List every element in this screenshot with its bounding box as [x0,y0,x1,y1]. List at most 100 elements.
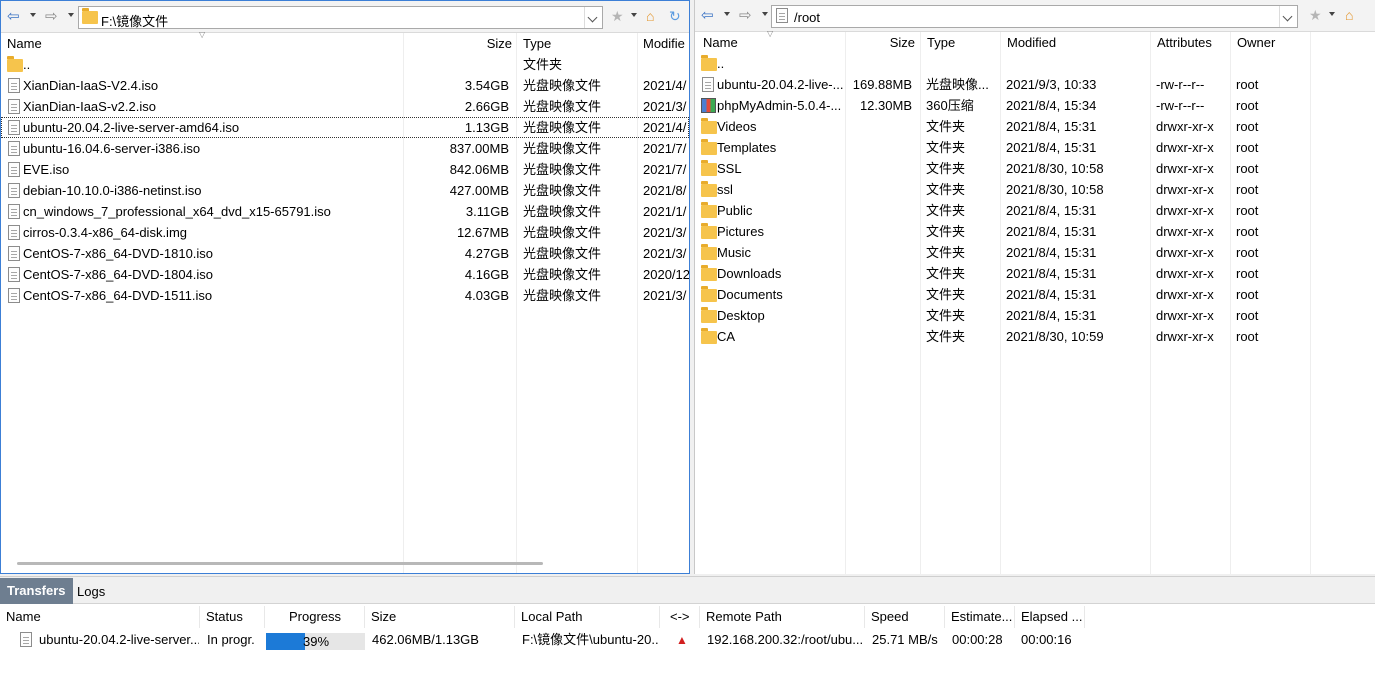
file-row[interactable]: Videos 文件夹 2021/8/4, 15:31 drwxr-xr-x root [695,116,1375,137]
file-modified: 2021/4/ [643,78,687,93]
column-type[interactable]: Type [927,32,997,52]
column-local-path[interactable]: Local Path [515,606,660,628]
file-row[interactable]: cn_windows_7_professional_x64_dvd_x15-65… [1,201,689,222]
file-name: CentOS-7-x86_64-DVD-1804.iso [23,267,214,282]
column-progress[interactable]: Progress [265,606,365,628]
column-type[interactable]: Type [523,33,633,53]
file-name: ubuntu-20.04.2-live-... [717,77,843,92]
file-size [845,53,912,74]
back-arrow-icon[interactable]: ⇦ [701,8,714,23]
file-row[interactable]: XianDian-IaaS-v2.2.iso 2.66GB 光盘映像文件 2021/3… [1,96,689,117]
file-size [845,242,912,263]
column-size[interactable]: Size [365,606,515,628]
file-type: 光盘映像文件 [523,246,602,261]
file-row[interactable]: .. [695,53,1375,74]
file-name: Public [717,203,753,218]
file-attributes: drwxr-xr-x [1156,308,1214,323]
column-owner[interactable]: Owner [1237,32,1307,52]
transfer-row[interactable]: ubuntu-20.04.2-live-server... In progr. … [0,629,1375,651]
tab-transfers[interactable]: Transfers [0,578,73,604]
transfer-speed: 25.71 MB/s [872,632,938,647]
file-size [404,54,509,75]
file-type: 光盘映像... [926,77,989,92]
file-row[interactable]: ubuntu-20.04.2-live-... 169.88MB 光盘映像... 20… [695,74,1375,95]
column-remote-path[interactable]: Remote Path [700,606,865,628]
file-type: 光盘映像文件 [523,183,602,198]
file-row[interactable]: XianDian-IaaS-V2.4.iso 3.54GB 光盘映像文件 2021/4… [1,75,689,96]
back-arrow-icon[interactable]: ⇦ [7,9,20,24]
folder-icon [7,56,23,73]
file-row[interactable]: Music 文件夹 2021/8/4, 15:31 drwxr-xr-x root [695,242,1375,263]
column-modified[interactable]: Modifie [643,33,689,53]
file-row[interactable]: ssl 文件夹 2021/8/30, 10:58 drwxr-xr-x root [695,179,1375,200]
refresh-icon[interactable]: ↻ [669,8,681,24]
back-dropdown-icon[interactable] [724,12,730,16]
file-row[interactable]: phpMyAdmin-5.0.4-... 12.30MB 360压缩 2021/8/4… [695,95,1375,116]
bookmark-dropdown-icon[interactable] [1329,12,1335,16]
file-row[interactable]: Downloads 文件夹 2021/8/4, 15:31 drwxr-xr-x roo… [695,263,1375,284]
local-path-field[interactable]: F:\镜像文件 [78,6,603,29]
local-file-pane[interactable]: ⇦ ⇨ F:\镜像文件 ★ ⌂ ↻ Name ▽ Size Type Modif… [0,0,690,574]
file-modified [643,54,689,75]
forward-dropdown-icon[interactable] [68,13,74,17]
column-attributes[interactable]: Attributes [1157,32,1232,52]
remote-path-field[interactable]: /root [771,5,1298,28]
file-row[interactable]: cirros-0.3.4-x86_64-disk.img 12.67MB 光盘映像文… [1,222,689,243]
forward-arrow-icon[interactable]: ⇨ [45,9,58,24]
file-row[interactable]: Pictures 文件夹 2021/8/4, 15:31 drwxr-xr-x root [695,221,1375,242]
file-row[interactable]: SSL 文件夹 2021/8/30, 10:58 drwxr-xr-x root [695,158,1375,179]
bookmark-star-icon[interactable]: ★ [611,8,624,24]
file-row[interactable]: Public 文件夹 2021/8/4, 15:31 drwxr-xr-x root [695,200,1375,221]
file-row[interactable]: CA 文件夹 2021/8/30, 10:59 drwxr-xr-x root [695,326,1375,347]
back-dropdown-icon[interactable] [30,13,36,17]
file-row[interactable]: Templates 文件夹 2021/8/4, 15:31 drwxr-xr-x roo… [695,137,1375,158]
upload-arrow-icon: ▲ [676,633,688,647]
file-row[interactable]: CentOS-7-x86_64-DVD-1511.iso 4.03GB 光盘映像文件… [1,285,689,306]
file-row[interactable]: CentOS-7-x86_64-DVD-1810.iso 4.27GB 光盘映像文件… [1,243,689,264]
tab-logs[interactable]: Logs [70,579,112,604]
file-icon [7,267,21,283]
column-direction[interactable]: <-> [660,606,700,628]
file-row[interactable]: ubuntu-20.04.2-live-server-amd64.iso 1.13… [1,117,689,138]
folder-icon [701,118,717,135]
file-type: 光盘映像文件 [523,225,602,240]
column-speed[interactable]: Speed [865,606,945,628]
column-estimate[interactable]: Estimate... [945,606,1015,628]
forward-arrow-icon[interactable]: ⇨ [739,8,752,23]
bookmark-dropdown-icon[interactable] [631,13,637,17]
file-name: Downloads [717,266,782,281]
column-elapsed[interactable]: Elapsed ... [1015,606,1085,628]
file-owner: root [1236,287,1259,302]
file-row[interactable]: CentOS-7-x86_64-DVD-1804.iso 4.16GB 光盘映像文件… [1,264,689,285]
file-owner: root [1236,98,1259,113]
file-attributes: -rw-r--r-- [1156,98,1205,113]
transfer-elapsed: 00:00:16 [1021,632,1072,647]
file-row[interactable]: EVE.iso 842.06MB 光盘映像文件 2021/7/ [1,159,689,180]
file-row[interactable]: Documents 文件夹 2021/8/4, 15:31 drwxr-xr-x roo… [695,284,1375,305]
file-attributes: drwxr-xr-x [1156,140,1214,155]
file-type: 文件夹 [926,329,966,344]
path-dropdown-icon[interactable] [584,7,602,28]
remote-file-pane[interactable]: ⇦ ⇨ /root ★ ⌂ Name ▽ Size Type Modified … [694,0,1375,574]
file-row[interactable]: ubuntu-16.04.6-server-i386.iso 837.00MB 光盘… [1,138,689,159]
bookmark-star-icon[interactable]: ★ [1309,7,1322,23]
column-modified[interactable]: Modified [1007,32,1147,52]
file-type: 文件夹 [926,245,966,260]
file-row[interactable]: .. 文件夹 [1,54,689,75]
horizontal-scrollbar[interactable] [17,562,543,565]
home-icon[interactable]: ⌂ [646,8,654,24]
file-type: 文件夹 [926,161,966,176]
file-row[interactable]: debian-10.10.0-i386-netinst.iso 427.00MB 光… [1,180,689,201]
column-size[interactable]: Size [845,32,915,52]
column-name[interactable]: Name [0,606,200,628]
folder-icon [701,160,717,177]
file-modified: 2021/8/4, 15:31 [1006,245,1097,260]
forward-dropdown-icon[interactable] [762,12,768,16]
column-status[interactable]: Status [200,606,265,628]
column-size[interactable]: Size [404,33,512,53]
file-modified: 2021/3/ [643,246,687,261]
home-icon[interactable]: ⌂ [1345,7,1353,23]
file-row[interactable]: Desktop 文件夹 2021/8/4, 15:31 drwxr-xr-x root [695,305,1375,326]
file-size: 842.06MB [449,162,509,177]
path-dropdown-icon[interactable] [1279,6,1297,27]
